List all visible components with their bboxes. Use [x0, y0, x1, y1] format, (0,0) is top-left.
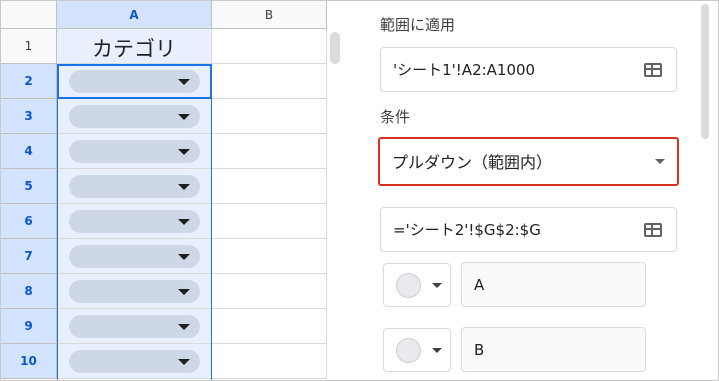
item-color-button[interactable] [383, 328, 451, 372]
row-header[interactable]: 10 [1, 344, 57, 379]
dropdown-arrow-icon [178, 184, 190, 190]
dropdown-cell[interactable] [57, 309, 212, 344]
dropdown-arrow-icon [178, 149, 190, 155]
select-range-icon[interactable] [644, 63, 662, 77]
dropdown-cell[interactable] [57, 204, 212, 239]
row-header[interactable]: 5 [1, 169, 57, 204]
dropdown-arrow-icon [178, 219, 190, 225]
item-input[interactable]: B [461, 327, 646, 372]
header-cell-text: カテゴリ [92, 37, 176, 61]
dropdown-chip[interactable] [69, 105, 200, 128]
dropdown-chip[interactable] [69, 140, 200, 163]
sheet-row: 9 [1, 309, 359, 344]
row-header[interactable]: 2 [1, 64, 57, 99]
row-header[interactable]: 7 [1, 239, 57, 274]
cell-b[interactable] [212, 344, 327, 379]
dropdown-chip[interactable] [69, 175, 200, 198]
dropdown-chip[interactable] [69, 245, 200, 268]
sheet-row: 8 [1, 274, 359, 309]
dropdown-arrow-icon [178, 254, 190, 260]
sheet-scrollbar-thumb[interactable] [330, 32, 340, 64]
dropdown-chip[interactable] [69, 210, 200, 233]
select-range-icon[interactable] [644, 223, 662, 237]
item-value: A [474, 276, 485, 294]
dropdown-cell[interactable] [57, 344, 212, 379]
criteria-value: プルダウン（範囲内） [392, 153, 553, 172]
dropdown-cell[interactable] [57, 134, 212, 169]
panel-scrollbar-thumb[interactable] [701, 4, 709, 139]
sheet-row: 6 [1, 204, 359, 239]
range-value: 'シート1'!A2:A1000 [393, 61, 536, 79]
dropdown-arrow-icon [178, 114, 190, 120]
cell-b[interactable] [212, 274, 327, 309]
source-range-value: ='シート2'!$G$2:$G [393, 221, 541, 239]
row-header[interactable]: 8 [1, 274, 57, 309]
row-header[interactable]: 4 [1, 134, 57, 169]
dropdown-cell[interactable] [57, 239, 212, 274]
cell-b[interactable] [212, 239, 327, 274]
sheet-row: 1 カテゴリ [1, 29, 359, 64]
dropdown-arrow-icon [178, 79, 190, 85]
criteria-label: 条件 [380, 108, 411, 126]
chevron-down-icon [432, 283, 442, 288]
dropdown-chip[interactable] [69, 280, 200, 303]
column-header-a[interactable]: A [57, 1, 212, 29]
chevron-down-icon [432, 348, 442, 353]
cell-b[interactable] [212, 99, 327, 134]
sheet-row: 7 [1, 239, 359, 274]
dropdown-cell[interactable] [57, 169, 212, 204]
criteria-dropdown[interactable]: プルダウン（範囲内） [378, 137, 679, 186]
row-header[interactable]: 1 [1, 29, 57, 64]
dropdown-chip[interactable] [69, 350, 200, 373]
cell-b[interactable] [212, 64, 327, 99]
data-validation-panel: 範囲に適用 'シート1'!A2:A1000 条件 プルダウン（範囲内） ='シー… [359, 1, 718, 380]
chevron-down-icon [655, 159, 665, 164]
dropdown-cell[interactable] [57, 64, 212, 99]
dropdown-arrow-icon [178, 359, 190, 365]
color-swatch-icon [396, 338, 421, 363]
row-header[interactable]: 3 [1, 99, 57, 134]
dropdown-arrow-icon [178, 324, 190, 330]
row-header[interactable]: 9 [1, 309, 57, 344]
dropdown-arrow-icon [178, 289, 190, 295]
item-input[interactable]: A [461, 262, 646, 307]
item-value: B [474, 341, 485, 359]
color-swatch-icon [396, 273, 421, 298]
dropdown-chip[interactable] [69, 70, 200, 93]
sheet-row: 10 [1, 344, 359, 379]
dropdown-cell[interactable] [57, 99, 212, 134]
range-label: 範囲に適用 [380, 16, 456, 34]
cell-b[interactable] [212, 204, 327, 239]
dropdown-cell[interactable] [57, 274, 212, 309]
sheet-row: 5 [1, 169, 359, 204]
cell-b[interactable] [212, 309, 327, 344]
column-header-b[interactable]: B [212, 1, 327, 29]
cell-b1[interactable] [212, 29, 327, 64]
item-color-button[interactable] [383, 263, 451, 307]
spreadsheet-grid: A B 1 カテゴリ 2 3 4 5 6 7 8 9 10 [1, 1, 359, 380]
cell-b[interactable] [212, 169, 327, 204]
sheet-row: 4 [1, 134, 359, 169]
range-field[interactable]: 'シート1'!A2:A1000 [380, 47, 677, 92]
row-header[interactable]: 6 [1, 204, 57, 239]
source-range-field[interactable]: ='シート2'!$G$2:$G [380, 207, 677, 252]
dropdown-chip[interactable] [69, 315, 200, 338]
cell-b[interactable] [212, 134, 327, 169]
cell-a1[interactable]: カテゴリ [57, 29, 212, 64]
sheet-scrollbar[interactable] [327, 1, 359, 380]
panel-scrollbar[interactable] [699, 1, 718, 380]
select-all-corner[interactable] [1, 1, 57, 29]
sheet-row: 3 [1, 99, 359, 134]
sheet-row: 2 [1, 64, 359, 99]
